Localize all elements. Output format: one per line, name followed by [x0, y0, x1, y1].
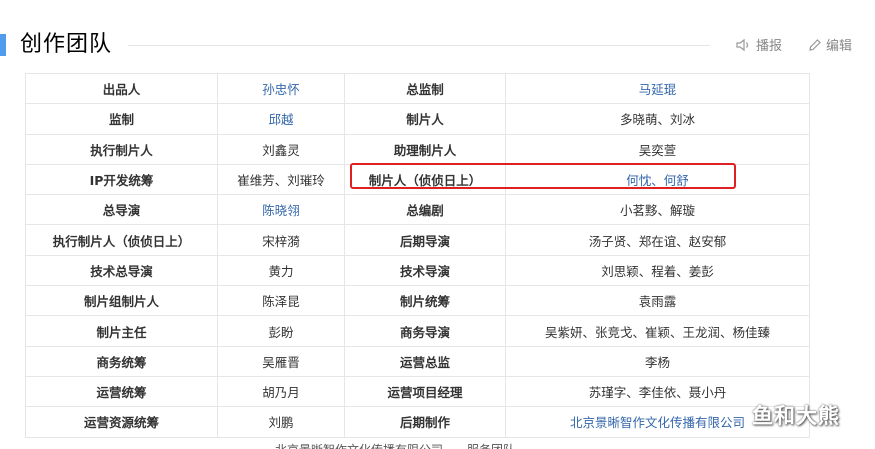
name-cell: 刘思颖、程着、姜彭: [505, 254, 810, 287]
table-row: 技术总导演 黄力 技术导演 刘思颖、程着、姜彭: [25, 254, 810, 287]
role-cell: 监制: [25, 103, 218, 135]
role-cell: 运营总监: [344, 345, 506, 377]
name-link[interactable]: 陈晓翎: [217, 194, 345, 226]
name-cell: 袁雨露: [505, 285, 810, 317]
name-cell: 汤子贤、郑在谊、赵安郁: [505, 224, 810, 256]
name-cell: 黄力: [217, 254, 345, 287]
role-cell: 助理制片人: [344, 133, 506, 165]
table-row: 执行制片人（侦侦日上） 宋梓漪 后期导演 汤子贤、郑在谊、赵安郁: [25, 224, 810, 256]
role-cell: 总导演: [25, 194, 218, 226]
table-row: 运营资源统筹 刘鹏 后期制作 北京景晰智作文化传播有限公司: [25, 406, 810, 438]
report-label: 播报: [756, 39, 783, 54]
table-row: 监制 邱越 制片人 多晓萌、刘冰: [25, 103, 810, 135]
role-cell: 商务统筹: [25, 345, 218, 377]
name-link[interactable]: 孙忠怀: [217, 72, 345, 105]
pencil-icon: [809, 38, 821, 51]
role-cell: 运营统筹: [25, 375, 218, 408]
name-cell: 刘鑫灵: [217, 133, 345, 165]
table-row: 出品人 孙忠怀 总监制 马延琨: [25, 72, 810, 105]
name-cell: 多晓萌、刘冰: [505, 103, 810, 135]
name-cell: 吴奕萱: [505, 133, 810, 165]
role-cell: 制片人: [344, 103, 506, 135]
role-cell: 制片统筹: [344, 285, 506, 317]
role-cell: 商务导演: [344, 315, 506, 347]
report-button[interactable]: 播报: [736, 35, 782, 54]
name-cell: 小茗黟、解璇: [505, 194, 810, 226]
role-cell: IP开发统筹: [25, 163, 218, 196]
name-cell: 彭盼: [217, 315, 345, 347]
name-cell: 刘鹏: [217, 406, 345, 438]
role-cell: 技术导演: [344, 254, 506, 287]
table-row: 总导演 陈晓翎 总编剧 小茗黟、解璇: [25, 194, 810, 226]
table-row: 制片组制片人 陈泽昆 制片统筹 袁雨露: [25, 285, 810, 317]
name-link[interactable]: 邱越: [217, 103, 345, 135]
role-cell: 执行制片人（侦侦日上）: [25, 224, 218, 256]
name-cell: 崔维芳、刘璀玲: [217, 163, 345, 196]
role-cell: 后期制作: [344, 406, 506, 438]
table-row: 运营统筹 胡乃月 运营项目经理 苏瑾字、李佳依、聂小丹: [25, 375, 810, 408]
role-cell: 后期导演: [344, 224, 506, 256]
role-cell: 运营资源统筹: [25, 406, 218, 438]
name-cell: 吴紫妍、张竞戈、崔颖、王龙润、杨佳臻: [505, 315, 810, 347]
role-cell: 运营项目经理: [344, 375, 506, 408]
name-cell: 胡乃月: [217, 375, 345, 408]
edit-button[interactable]: 编辑: [808, 35, 852, 54]
role-cell: 制片组制片人: [25, 285, 218, 317]
speaker-icon: [736, 38, 749, 51]
edit-label: 编辑: [826, 39, 853, 54]
section-title: 创作团队: [20, 32, 113, 57]
role-cell: 总编剧: [344, 194, 506, 226]
table-row: 商务统筹 吴雁晋 运营总监 李杨: [25, 345, 810, 377]
section-header: 创作团队 播报 编辑: [0, 26, 875, 64]
table-row: 执行制片人 刘鑫灵 助理制片人 吴奕萱: [25, 133, 810, 165]
table-row-partial: 北京景晰智作文化传播有限公司……服务团队: [25, 437, 809, 449]
role-cell: 制片主任: [25, 315, 218, 347]
section-accent-bar: [0, 34, 6, 56]
role-cell: 技术总导演: [25, 254, 218, 287]
section-divider: [128, 45, 710, 46]
table-row: 制片主任 彭盼 商务导演 吴紫妍、张竞戈、崔颖、王龙润、杨佳臻: [25, 315, 810, 347]
role-cell: 执行制片人: [25, 133, 218, 165]
highlight-annotation: [350, 163, 736, 189]
role-cell: 总监制: [344, 72, 506, 105]
crew-table: 出品人 孙忠怀 总监制 马延琨 监制 邱越 制片人 多晓萌、刘冰 执行制片人 刘鑫灵 助理制片人 吴奕…: [25, 72, 810, 438]
role-cell: 出品人: [25, 72, 218, 105]
name-cell: 宋梓漪: [217, 224, 345, 256]
name-cell: 李杨: [505, 345, 810, 377]
name-link[interactable]: 马延琨: [505, 72, 810, 105]
watermark: 鱼和大熊: [752, 404, 840, 428]
name-cell: 吴雁晋: [217, 345, 345, 377]
name-cell: 陈泽昆: [217, 285, 345, 317]
